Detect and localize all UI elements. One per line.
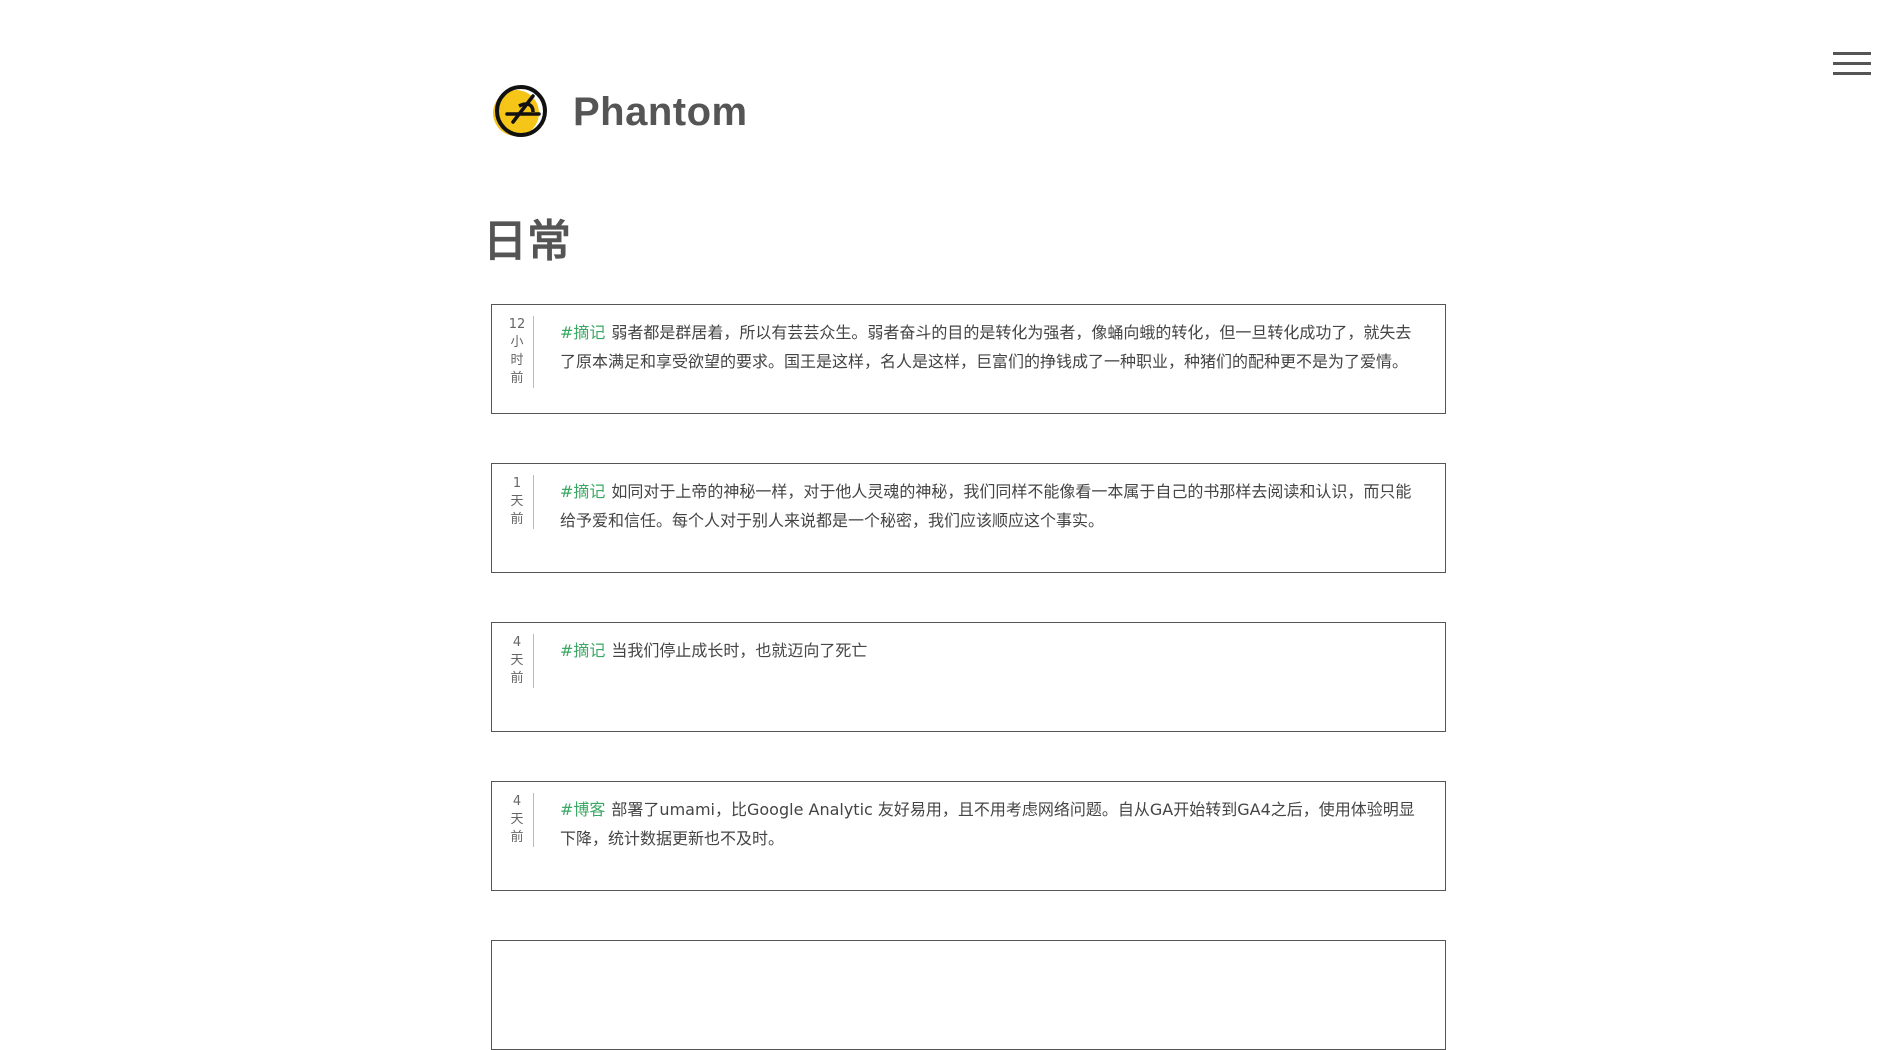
hamburger-menu-icon[interactable] — [1833, 52, 1871, 78]
post-text: 当我们停止成长时，也就迈向了死亡 — [611, 641, 868, 660]
post-text: 弱者都是群居着，所以有芸芸众生。弱者奋斗的目的是转化为强者，像蛹向蛾的转化，但一… — [560, 323, 1412, 371]
post-card: 1 天 前 #摘记 如同对于上帝的神秘一样，对于他人灵魂的神秘，我们同样不能像看一… — [491, 463, 1446, 573]
post-card: 4 天 前 #摘记 当我们停止成长时，也就迈向了死亡 — [491, 622, 1446, 732]
post-tag-link[interactable]: #摘记 — [560, 323, 605, 342]
phantom-logo-icon[interactable] — [489, 82, 549, 142]
post-content: #摘记 弱者都是群居着，所以有芸芸众生。弱者奋斗的目的是转化为强者，像蛹向蛾的转化… — [560, 318, 1425, 376]
post-time: 12 小 时 前 — [503, 316, 534, 388]
post-content: #摘记 如同对于上帝的神秘一样，对于他人灵魂的神秘，我们同样不能像看一本属于自己的… — [560, 477, 1425, 535]
post-time: 4 天 前 — [503, 634, 534, 688]
post-tag-link[interactable]: #摘记 — [560, 641, 605, 660]
post-tag-link[interactable]: #摘记 — [560, 482, 605, 501]
post-card: 4 天 前 #博客 部署了umami，比Google Analytic 友好易用，… — [491, 781, 1446, 891]
post-tag-link[interactable]: #博客 — [560, 800, 605, 819]
menu-line — [1833, 72, 1871, 75]
post-content: #博客 部署了umami，比Google Analytic 友好易用，且不用考虑网… — [560, 795, 1425, 853]
page-title: 日常 — [483, 216, 571, 267]
post-text: 部署了umami，比Google Analytic 友好易用，且不用考虑网络问题… — [560, 800, 1415, 848]
menu-line — [1833, 62, 1871, 65]
post-card — [491, 940, 1446, 1050]
post-text: 如同对于上帝的神秘一样，对于他人灵魂的神秘，我们同样不能像看一本属于自己的书那样… — [560, 482, 1412, 530]
site-title-link[interactable]: Phantom — [573, 90, 748, 135]
site-header: Phantom — [489, 83, 748, 141]
post-time: 1 天 前 — [503, 475, 534, 529]
post-content: #摘记 当我们停止成长时，也就迈向了死亡 — [560, 636, 1425, 665]
post-time: 4 天 前 — [503, 793, 534, 847]
menu-line — [1833, 52, 1871, 55]
post-card: 12 小 时 前 #摘记 弱者都是群居着，所以有芸芸众生。弱者奋斗的目的是转化为强… — [491, 304, 1446, 414]
